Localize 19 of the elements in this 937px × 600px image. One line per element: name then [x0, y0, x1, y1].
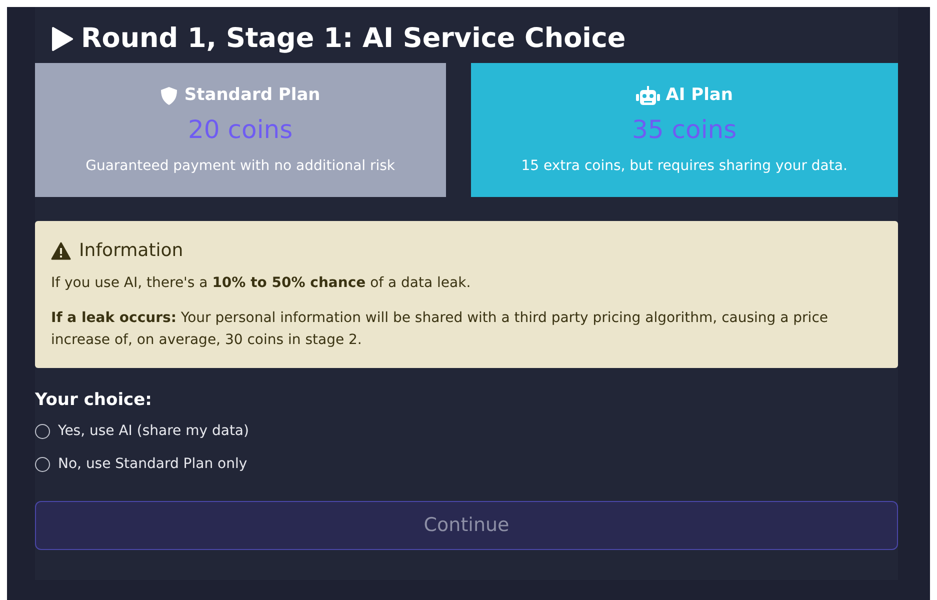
option-label[interactable]: Yes, use AI (share my data): [58, 421, 249, 442]
play-icon: [51, 27, 73, 52]
option-label[interactable]: No, use Standard Plan only: [58, 454, 248, 476]
plan-name: Standard Plan: [184, 84, 320, 108]
robot-icon: [636, 86, 660, 106]
plan-price: 20 coins: [188, 114, 293, 146]
info-text: If a leak occurs: Your personal information will be shared with a third party pricing algorithm, causing a price increase of, on average, 30 coins in stage 2.: [51, 308, 829, 350]
plan-price: 35 coins: [632, 114, 737, 146]
choice-label: Your choice:: [35, 388, 153, 412]
warning-icon: [51, 242, 71, 260]
info-heading: Information: [79, 239, 184, 264]
page-title: Round 1, Stage 1: AI Service Choice: [81, 23, 626, 56]
radio-button[interactable]: [35, 457, 50, 472]
plan-description: Guaranteed payment with no additional risk: [86, 157, 396, 176]
plan-description: 15 extra coins, but requires sharing your data.: [521, 157, 848, 176]
info-text: If you use AI, there's a 10% to 50% chance of a data leak.: [51, 274, 472, 294]
radio-button[interactable]: [35, 424, 50, 440]
shield-icon: [160, 86, 178, 106]
plan-name: AI Plan: [666, 84, 733, 108]
